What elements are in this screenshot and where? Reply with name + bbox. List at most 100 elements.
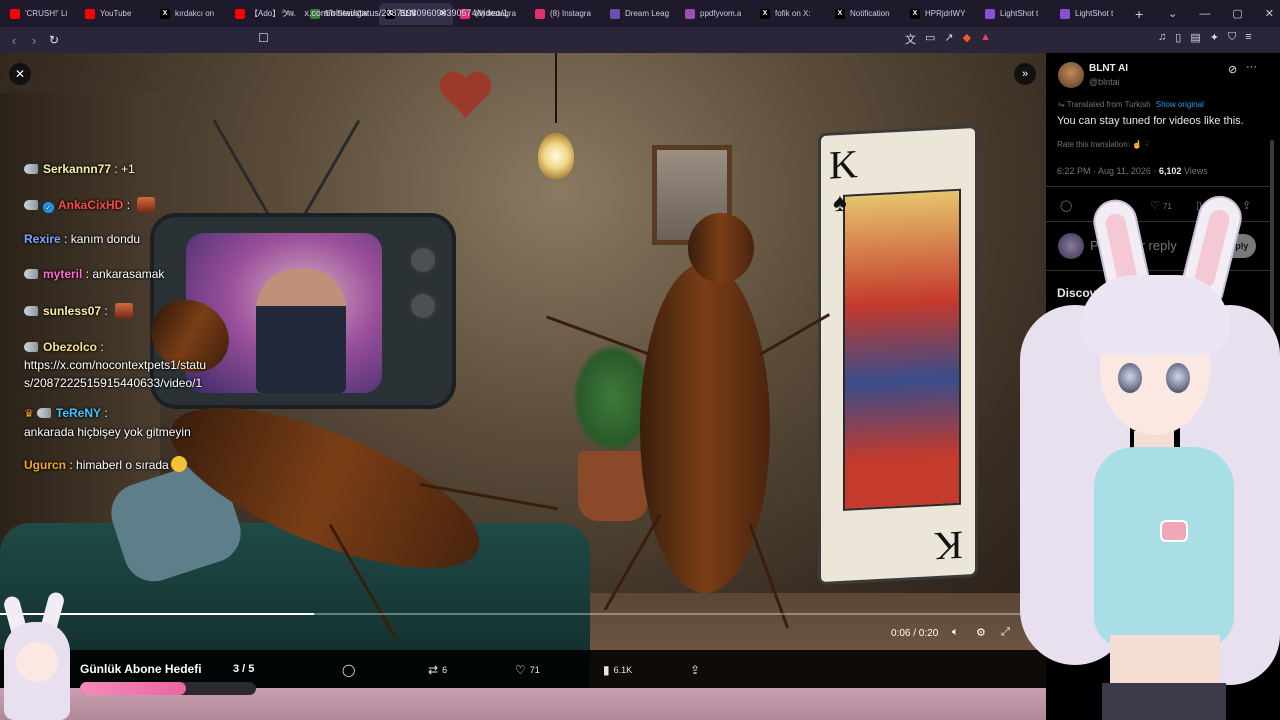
address-bar[interactable]: ⇋ x.com/blntai/status/208719809609039057… bbox=[286, 4, 1028, 22]
browser-tab[interactable]: LightShot t bbox=[1054, 3, 1128, 25]
emote-icon bbox=[115, 303, 134, 318]
rate-translation: Rate this translation: ☝ ☟ bbox=[1057, 140, 1149, 149]
tab-search-icon[interactable]: ⌄ bbox=[1168, 7, 1177, 20]
video-scene-lightbulb bbox=[538, 133, 574, 179]
repost-count: 6 bbox=[442, 665, 448, 675]
chat-text: s/2087222515915440633/video/1 bbox=[24, 376, 203, 390]
chat-separator: : bbox=[60, 232, 71, 246]
wallet-icon[interactable]: ▤ bbox=[1190, 31, 1200, 44]
minimize-icon[interactable]: — bbox=[1199, 8, 1210, 20]
chat-separator: : bbox=[97, 340, 104, 354]
chat-message: ♛ TeReNY : ankarada hiçbişey yok gitmeyin bbox=[24, 404, 191, 441]
more-icon[interactable]: ··· bbox=[1246, 61, 1257, 73]
leo-icon[interactable]: ✦ bbox=[1210, 31, 1219, 44]
bookmark-icon[interactable]: ☐ bbox=[258, 31, 269, 45]
chat-message: myteril : ankarasamak bbox=[24, 267, 164, 281]
video-scene-cockroach-head bbox=[688, 213, 754, 283]
vtuber-avatar bbox=[1010, 191, 1280, 720]
goal-progress-bar bbox=[80, 682, 256, 695]
back-icon[interactable]: ‹ bbox=[4, 33, 24, 48]
goal-count: 3 / 5 bbox=[233, 663, 255, 675]
video-scene-antenna bbox=[302, 119, 361, 217]
chat-text: +1 bbox=[121, 162, 135, 176]
vpn-icon[interactable]: ⛉ bbox=[1228, 31, 1236, 44]
browser-toolbar: ‹ › ↻ bbox=[0, 27, 1280, 53]
video-scene-heart bbox=[438, 73, 492, 123]
window-close-icon[interactable]: ✕ bbox=[1265, 7, 1274, 20]
video-time: 0:06 / 0:20 bbox=[891, 628, 939, 639]
volume-icon[interactable]: 🔈︎ bbox=[952, 626, 959, 639]
site-info-icon[interactable]: ⇋ bbox=[286, 8, 294, 19]
chat-text: himaberl o sırada bbox=[76, 458, 169, 472]
tweet-views-label: Views bbox=[1181, 166, 1208, 176]
chat-message: Serkannn77 : +1 bbox=[24, 162, 135, 176]
share-button[interactable]: ⇪ bbox=[690, 663, 700, 677]
close-icon[interactable]: ✕ bbox=[9, 63, 31, 85]
chat-message: ✓ AnkaCixHD : bbox=[24, 197, 156, 213]
chat-username: myteril bbox=[43, 267, 83, 281]
cast-icon[interactable]: ▭ bbox=[925, 31, 935, 47]
view-count: 6.1K bbox=[613, 665, 633, 675]
translate-icon[interactable]: 文 bbox=[905, 31, 916, 47]
maximize-icon[interactable]: ▢ bbox=[1232, 7, 1242, 20]
account-name[interactable]: BLNT AI bbox=[1089, 63, 1128, 74]
show-original-link[interactable]: Show original bbox=[1156, 100, 1204, 109]
fullscreen-icon[interactable]: ⤢ bbox=[1001, 626, 1010, 639]
browser-tab[interactable]: Xkırdakcı on bbox=[154, 3, 228, 25]
chat-separator: : bbox=[66, 458, 77, 472]
cockroach-badge-icon bbox=[24, 164, 38, 174]
heart-icon: ♡ bbox=[515, 663, 526, 677]
rewards-icon[interactable]: ▲ bbox=[980, 31, 991, 47]
reply-button[interactable]: ◯ bbox=[342, 663, 355, 677]
chat-separator: : bbox=[123, 198, 134, 212]
chat-username: sunless07 bbox=[43, 304, 102, 318]
x-icon: X bbox=[160, 8, 170, 19]
share-icon[interactable]: ↗ bbox=[944, 31, 953, 47]
chat-username: Obezolco bbox=[43, 340, 98, 354]
browser-tab[interactable]: 'CRUSH!' Li bbox=[4, 3, 78, 25]
thumbs-up-icon[interactable]: ☝ bbox=[1132, 140, 1142, 149]
reload-icon[interactable]: ↻ bbox=[44, 33, 64, 47]
menu-icon[interactable]: ≡ bbox=[1245, 31, 1251, 44]
grok-icon[interactable]: ⊘ bbox=[1228, 63, 1237, 76]
url-text: x.com/blntai/status/2087198096090390574/… bbox=[304, 8, 509, 18]
brave-shield-icon[interactable]: ◆ bbox=[963, 31, 971, 47]
analytics-icon: ▮ bbox=[603, 663, 610, 677]
repost-button[interactable]: ⇄ 6 bbox=[428, 663, 447, 677]
new-tab-icon[interactable]: + bbox=[1135, 6, 1143, 22]
expand-panel-icon[interactable]: » bbox=[1014, 63, 1036, 85]
thumbs-down-icon[interactable]: ☟ bbox=[1144, 140, 1149, 149]
music-icon[interactable]: ♫ bbox=[1158, 31, 1166, 44]
browser-tab-label: kırdakcı on bbox=[175, 9, 215, 18]
window-controls: ⌄ — ▢ ✕ bbox=[1168, 0, 1274, 27]
tweet-text: You can stay tuned for videos like this. bbox=[1057, 115, 1244, 127]
verified-icon: ✓ bbox=[43, 202, 54, 213]
cockroach-badge-icon bbox=[24, 306, 38, 316]
tweet-timestamp[interactable]: 6:22 PM · Aug 11, 2026 · bbox=[1057, 166, 1159, 176]
chat-message: Obezolco : https://x.com/nocontextpets1/s… bbox=[24, 338, 206, 392]
translate-small-icon: ⇋ bbox=[1058, 100, 1065, 109]
chat-message: Ugurcn : himaberl o sırada bbox=[24, 456, 187, 472]
video-scene-cockroach-standing bbox=[640, 263, 770, 593]
avatar[interactable] bbox=[1058, 62, 1084, 88]
like-button[interactable]: ♡ 71 bbox=[515, 663, 540, 677]
forward-icon[interactable]: › bbox=[24, 33, 44, 48]
goal-progress-fill bbox=[80, 682, 186, 695]
chat-separator: : bbox=[101, 304, 112, 318]
chat-separator: : bbox=[101, 406, 108, 420]
browser-tab[interactable]: YouTube bbox=[79, 3, 153, 25]
youtube-icon bbox=[235, 8, 245, 19]
chat-separator: : bbox=[82, 267, 93, 281]
sunglasses-emoji-icon bbox=[170, 456, 187, 472]
chat-message: sunless07 : bbox=[24, 303, 134, 318]
browser-tab-label: 'CRUSH!' Li bbox=[25, 9, 68, 18]
youtube-icon bbox=[10, 8, 20, 19]
settings-icon[interactable]: ⚙ bbox=[976, 626, 986, 639]
sidebar-icon[interactable]: ▯ bbox=[1175, 31, 1181, 44]
views-button[interactable]: ▮ 6.1K bbox=[603, 663, 632, 677]
youtube-icon bbox=[85, 8, 95, 19]
address-bar-actions: 文 ▭ ↗ ◆ ▲ bbox=[905, 31, 991, 47]
cockroach-badge-icon bbox=[36, 408, 51, 418]
account-handle[interactable]: @blntai bbox=[1089, 77, 1120, 87]
video-progress-bar[interactable] bbox=[0, 613, 1046, 615]
